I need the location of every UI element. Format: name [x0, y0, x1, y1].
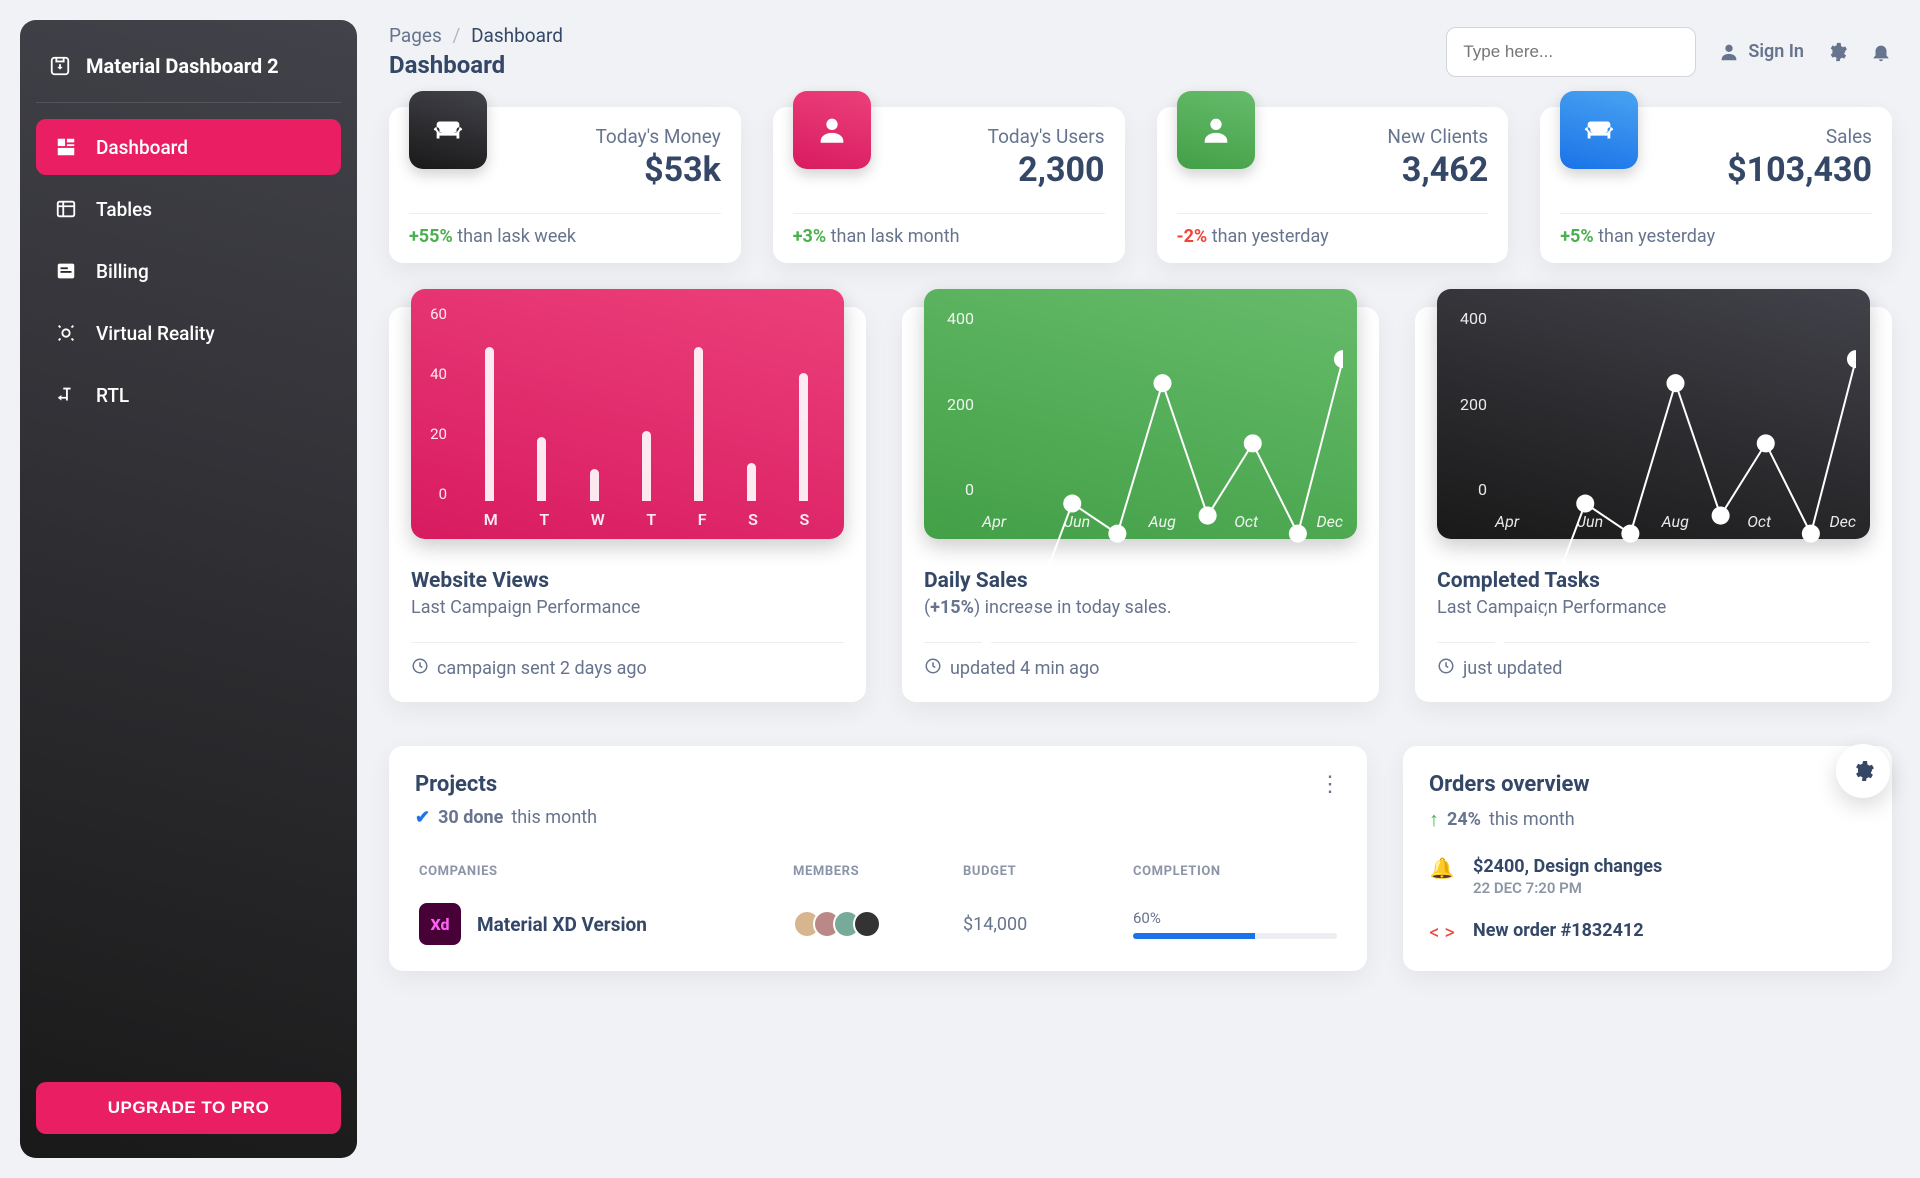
- rtl-icon: [54, 383, 78, 407]
- members: [793, 910, 963, 938]
- orders-panel: Orders overview ↑ 24% this month 🔔 $2400…: [1403, 746, 1892, 971]
- search-input[interactable]: [1446, 27, 1696, 77]
- check-icon: ✔: [415, 807, 430, 828]
- line-chart: 4002000 AprJunAugOctDec: [924, 289, 1357, 539]
- page-title: Dashboard: [389, 51, 563, 79]
- stat-delta: +3%: [793, 226, 826, 247]
- sidebar-item-rtl[interactable]: RTL: [36, 367, 341, 423]
- vr-icon: [54, 321, 78, 345]
- chart-card-views: 6040200 MTWTFSS Website Views Last Campa…: [389, 307, 866, 702]
- timeline-title: New order #1832412: [1473, 920, 1644, 941]
- timeline-title: $2400, Design changes: [1473, 856, 1662, 877]
- settings-fab[interactable]: [1836, 744, 1890, 798]
- sidebar-item-vr[interactable]: Virtual Reality: [36, 305, 341, 361]
- stats-row: Today's Money $53k +55% than lask week T…: [389, 107, 1892, 263]
- brand: Material Dashboard 2: [36, 44, 341, 103]
- sidebar-item-label: Dashboard: [96, 136, 188, 159]
- bar-chart: 6040200 MTWTFSS: [411, 289, 844, 539]
- code-icon: < >: [1429, 920, 1455, 944]
- sofa-icon: [409, 91, 487, 169]
- chart-card-tasks: 4002000 AprJunAugOctDec Completed Tasks …: [1415, 307, 1892, 702]
- timeline-item: 🔔 $2400, Design changes 22 DEC 7:20 PM: [1429, 856, 1866, 898]
- projects-title: Projects: [415, 772, 1341, 797]
- stat-delta: +55%: [409, 226, 453, 247]
- bell-icon: 🔔: [1429, 856, 1455, 880]
- company-name: Material XD Version: [477, 913, 647, 936]
- topbar: Pages / Dashboard Dashboard Sign In: [389, 24, 1892, 79]
- clock-icon: [411, 657, 429, 680]
- arrow-up-icon: ↑: [1429, 807, 1439, 832]
- stat-card-clients: New Clients 3,462 -2% than yesterday: [1157, 107, 1509, 263]
- stat-foot: than yesterday: [1594, 226, 1715, 247]
- stat-foot: than lask week: [453, 226, 576, 247]
- signin-link[interactable]: Sign In: [1718, 41, 1804, 63]
- stat-delta: -2%: [1177, 226, 1208, 247]
- main: Pages / Dashboard Dashboard Sign In: [357, 0, 1920, 1178]
- person-icon: [1177, 91, 1255, 169]
- settings-icon[interactable]: [1826, 41, 1848, 63]
- orders-title: Orders overview: [1429, 772, 1866, 797]
- stat-foot: than yesterday: [1207, 226, 1328, 247]
- upgrade-button[interactable]: UPGRADE TO PRO: [36, 1082, 341, 1134]
- billing-icon: [54, 259, 78, 283]
- signin-label: Sign In: [1748, 41, 1804, 62]
- clock-icon: [924, 657, 942, 680]
- brand-logo-icon: [48, 54, 72, 78]
- orders-delta-suffix: this month: [1489, 809, 1575, 830]
- chart-title: Website Views: [411, 569, 844, 593]
- breadcrumb-current: Dashboard: [471, 24, 563, 47]
- stat-card-money: Today's Money $53k +55% than lask week: [389, 107, 741, 263]
- avatar: [853, 910, 881, 938]
- sidebar-item-billing[interactable]: Billing: [36, 243, 341, 299]
- sidebar-item-tables[interactable]: Tables: [36, 181, 341, 237]
- table-row[interactable]: Xd Material XD Version $14,000 60%: [415, 889, 1341, 945]
- projects-done: 30 done: [438, 807, 503, 828]
- stat-foot: than lask month: [826, 226, 959, 247]
- person-icon: [793, 91, 871, 169]
- line-chart: 4002000 AprJunAugOctDec: [1437, 289, 1870, 539]
- breadcrumb: Pages / Dashboard: [389, 24, 563, 47]
- chart-card-sales: 4002000 AprJunAugOctDec Daily Sales (+15…: [902, 307, 1379, 702]
- breadcrumb-root[interactable]: Pages: [389, 24, 442, 47]
- sidebar-nav: Dashboard Tables Billing Virtual Reality…: [36, 119, 341, 423]
- stat-delta: +5%: [1560, 226, 1593, 247]
- stat-card-users: Today's Users 2,300 +3% than lask month: [773, 107, 1125, 263]
- sidebar-item-label: Billing: [96, 260, 149, 283]
- breadcrumb-sep: /: [453, 24, 461, 47]
- more-icon[interactable]: ⋮: [1319, 772, 1341, 797]
- sidebar-item-label: RTL: [96, 384, 129, 407]
- projects-panel: ⋮ Projects ✔ 30 done this month COMPANIE…: [389, 746, 1367, 971]
- company-logo-icon: Xd: [419, 903, 461, 945]
- chart-subtitle: Last Campaign Performance: [411, 597, 844, 618]
- orders-delta: 24%: [1447, 809, 1481, 830]
- stat-card-sales: Sales $103,430 +5% than yesterday: [1540, 107, 1892, 263]
- tables-icon: [54, 197, 78, 221]
- brand-title: Material Dashboard 2: [86, 54, 279, 78]
- dashboard-icon: [54, 135, 78, 159]
- timeline-item: < > New order #1832412: [1429, 920, 1866, 944]
- charts-row: 6040200 MTWTFSS Website Views Last Campa…: [389, 307, 1892, 702]
- chart-foot: campaign sent 2 days ago: [411, 657, 844, 680]
- sidebar-item-dashboard[interactable]: Dashboard: [36, 119, 341, 175]
- projects-table-head: COMPANIES MEMBERS BUDGET COMPLETION: [415, 864, 1341, 889]
- budget: $14,000: [963, 914, 1133, 935]
- bell-icon[interactable]: [1870, 41, 1892, 63]
- user-icon: [1718, 41, 1740, 63]
- sidebar-item-label: Tables: [96, 198, 152, 221]
- timeline-time: 22 DEC 7:20 PM: [1473, 879, 1582, 897]
- clock-icon: [1437, 657, 1455, 680]
- completion: 60%: [1133, 909, 1337, 939]
- sidebar: Material Dashboard 2 Dashboard Tables Bi…: [20, 20, 357, 1158]
- sofa-icon: [1560, 91, 1638, 169]
- sidebar-item-label: Virtual Reality: [96, 322, 215, 345]
- projects-done-suffix: this month: [511, 807, 597, 828]
